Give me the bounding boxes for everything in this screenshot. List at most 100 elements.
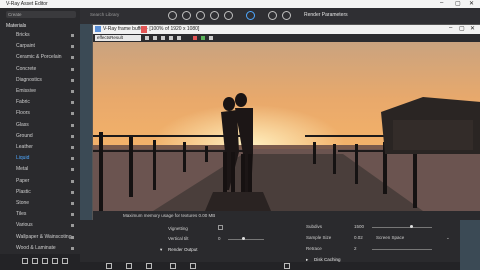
folder-icon bbox=[71, 190, 74, 194]
add-icon[interactable] bbox=[146, 263, 152, 269]
vertical-tilt-knob[interactable] bbox=[242, 237, 245, 240]
window-close-icon[interactable]: ✕ bbox=[470, 25, 475, 32]
vray-frame-buffer-window[interactable]: V-Ray frame buffer - [100% of 1920 x 108… bbox=[92, 24, 480, 220]
render-output-toggle-icon[interactable]: ▾ bbox=[160, 247, 162, 253]
sidebar-item-label: Ground bbox=[16, 132, 33, 139]
import-icon[interactable] bbox=[32, 258, 38, 264]
history-icon[interactable] bbox=[209, 36, 213, 40]
settings-icon[interactable] bbox=[42, 258, 48, 264]
sidebar-item-label: Leather bbox=[16, 144, 33, 150]
light-icon[interactable] bbox=[182, 11, 191, 20]
sidebar-item[interactable]: Various bbox=[16, 221, 74, 230]
sidebar-item[interactable]: Fabric bbox=[16, 98, 74, 107]
window-maximize-icon[interactable]: ▢ bbox=[459, 25, 465, 32]
duplicate-icon[interactable] bbox=[126, 263, 132, 269]
retrace-label: Retrace bbox=[306, 246, 322, 251]
sidebar-item[interactable]: Liquid bbox=[16, 154, 74, 163]
render-icon[interactable] bbox=[141, 26, 147, 33]
sidebar-item[interactable]: Metal bbox=[16, 165, 74, 174]
subdivs-knob[interactable] bbox=[410, 225, 413, 228]
framebuffer-icon[interactable] bbox=[282, 11, 291, 20]
sidebar-item-label: Concrete bbox=[16, 65, 37, 72]
sidebar-item[interactable]: Tiles bbox=[16, 210, 74, 219]
subdivs-slider[interactable] bbox=[372, 227, 432, 228]
folder-icon bbox=[71, 56, 74, 60]
folder-icon bbox=[71, 224, 74, 228]
sample-size-label: Sample Size bbox=[306, 235, 332, 240]
folder-icon bbox=[71, 235, 74, 239]
retrace-slider[interactable] bbox=[372, 249, 432, 250]
teapot-icon[interactable] bbox=[268, 11, 277, 20]
folder-icon bbox=[71, 112, 74, 116]
save-icon[interactable] bbox=[161, 36, 165, 40]
folder-icon bbox=[71, 202, 74, 205]
sidebar-item[interactable]: Concrete bbox=[16, 65, 74, 74]
sidebar-item[interactable]: Ground bbox=[16, 132, 74, 141]
layers-icon[interactable] bbox=[224, 11, 233, 20]
sidebar-item[interactable]: Leather bbox=[16, 143, 74, 152]
sidebar-item-label: Paper bbox=[16, 177, 30, 184]
app-titlebar: V-Ray Asset Editor – ▢ ✕ bbox=[0, 0, 480, 8]
vignetting-label: Vignetting bbox=[168, 226, 188, 231]
sidebar-section-title[interactable]: Materials bbox=[6, 23, 26, 29]
region-icon[interactable] bbox=[177, 36, 181, 40]
render-parameters-title: Render Parameters bbox=[304, 12, 348, 18]
folder-icon[interactable] bbox=[62, 258, 68, 264]
sidebar-search-input[interactable]: Create bbox=[6, 11, 76, 18]
add-icon[interactable] bbox=[22, 258, 28, 264]
window-minimize-icon[interactable]: – bbox=[449, 25, 452, 31]
maximize-icon[interactable]: ▢ bbox=[455, 0, 461, 7]
start-icon[interactable] bbox=[201, 36, 205, 40]
channel-select[interactable]: effectsResult bbox=[95, 35, 141, 41]
sidebar-item[interactable]: Floors bbox=[16, 109, 74, 118]
settings-gear-icon[interactable] bbox=[246, 11, 255, 20]
cube-icon[interactable] bbox=[196, 11, 205, 20]
render-output-header[interactable]: Render Output bbox=[168, 247, 198, 252]
render-icon[interactable] bbox=[52, 258, 58, 264]
sidebar-item[interactable]: Carpaint bbox=[16, 42, 74, 51]
folder-icon bbox=[71, 246, 74, 250]
vignetting-checkbox[interactable] bbox=[218, 225, 223, 230]
sidebar-search-placeholder: Create bbox=[8, 12, 22, 17]
folder-icon bbox=[71, 101, 74, 105]
sidebar-item[interactable]: Ceramic & Porcelain bbox=[16, 53, 74, 62]
sidebar-item[interactable]: Diagnostics bbox=[16, 76, 74, 85]
app-title: V-Ray Asset Editor bbox=[6, 1, 48, 7]
folder-icon[interactable] bbox=[170, 263, 176, 269]
folder-icon bbox=[71, 213, 74, 217]
sidebar-item[interactable]: Plastic bbox=[16, 188, 74, 197]
vertical-tilt-value[interactable]: 0 bbox=[218, 236, 221, 241]
close-icon[interactable]: ✕ bbox=[469, 0, 474, 7]
new-asset-icon[interactable] bbox=[106, 263, 112, 269]
sidebar-item[interactable]: Glass bbox=[16, 121, 74, 130]
sidebar-footer bbox=[0, 254, 80, 270]
screen-space-select[interactable]: Screen Space bbox=[376, 235, 404, 240]
sample-size-value[interactable]: 0.02 bbox=[354, 235, 363, 240]
sidebar-item[interactable]: Stone bbox=[16, 199, 74, 208]
folder-icon bbox=[71, 78, 74, 82]
alpha-icon[interactable] bbox=[153, 36, 157, 40]
vertical-tilt-slider[interactable] bbox=[228, 239, 264, 240]
texture-icon[interactable] bbox=[210, 11, 219, 20]
stop-icon[interactable] bbox=[193, 36, 197, 40]
sidebar-item-label: Carpaint bbox=[16, 43, 35, 50]
folder-icon bbox=[71, 45, 74, 49]
vray-logo-icon bbox=[95, 26, 101, 32]
rgb-icon[interactable] bbox=[145, 36, 149, 40]
folder-icon bbox=[71, 90, 74, 93]
save-icon[interactable] bbox=[190, 263, 196, 269]
geometry-icon[interactable] bbox=[168, 11, 177, 20]
chevron-down-icon[interactable]: ⌄ bbox=[446, 235, 450, 241]
sidebar-item[interactable]: Wallpaper & Wainscoting bbox=[16, 233, 74, 242]
sidebar-item[interactable]: Wood & Laminate bbox=[16, 244, 74, 253]
library-search-placeholder[interactable]: Search Library bbox=[90, 12, 119, 17]
sidebar-item[interactable]: Emissive bbox=[16, 87, 74, 96]
minimize-icon[interactable]: – bbox=[440, 0, 443, 6]
retrace-value[interactable]: 2 bbox=[354, 246, 357, 251]
sidebar-item[interactable]: Paper bbox=[16, 177, 74, 186]
undo-icon[interactable] bbox=[284, 263, 290, 269]
clear-icon[interactable] bbox=[169, 36, 173, 40]
subdivs-value[interactable]: 1500 bbox=[354, 224, 364, 229]
sidebar-item-label: Stone bbox=[16, 200, 30, 206]
sidebar-item[interactable]: Bricks bbox=[16, 31, 74, 40]
